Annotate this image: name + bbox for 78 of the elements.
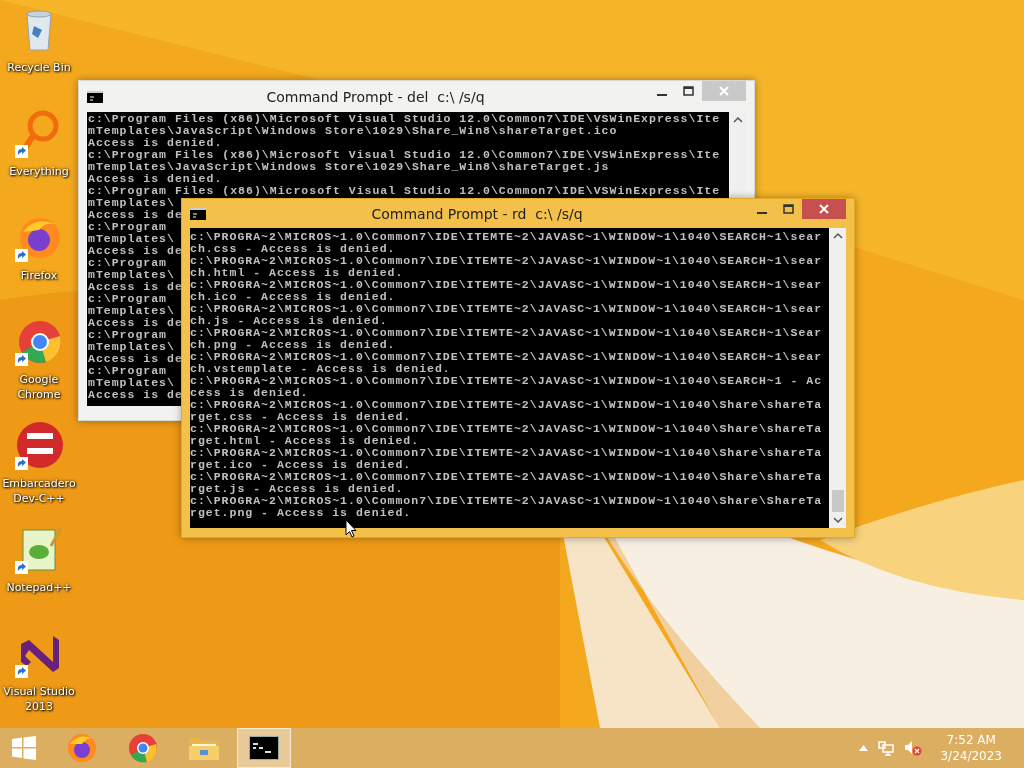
console-line: c:\PROGRA~2\MICROS~1.0\Common7\IDE\ITEMTE~2\JAVASC~1\WINDOW~1\1040\Share\shareTa: [190, 423, 823, 435]
console-line: Access is de: [88, 245, 183, 257]
console-line: c:\Program: [88, 365, 167, 377]
console-line: Access is denied.: [88, 137, 223, 149]
console-line: mTemplates\JavaScript\Windows Store\1029\Share_Win8\shareTarget.js: [88, 161, 610, 173]
taskbar-button[interactable]: [237, 728, 291, 768]
desktop-icon-label[interactable]: Notepad++: [0, 580, 78, 595]
console-line: mTemplates\JavaScript\Windows Store\1029\Share_Win8\shareTarget.ico: [88, 125, 618, 137]
console-line: rget.ico - Access is denied.: [190, 459, 412, 471]
console-line: Access is de: [88, 317, 183, 329]
muted-speaker-icon[interactable]: [904, 740, 923, 756]
console-line: c:\PROGRA~2\MICROS~1.0\Common7\IDE\ITEMTE~2\JAVASC~1\WINDOW~1\1040\SEARCH~1\Sear: [190, 327, 823, 339]
console-line: rget.html - Access is denied.: [190, 435, 420, 447]
console-line: mTemplates\: [88, 269, 175, 281]
console-line: c:\PROGRA~2\MICROS~1.0\Common7\IDE\ITEMTE~2\JAVASC~1\WINDOW~1\1040\SEARCH~1 - Ac: [190, 375, 823, 387]
console-line: c:\Program: [88, 293, 167, 305]
console-line: c:\PROGRA~2\MICROS~1.0\Common7\IDE\ITEMTE~2\JAVASC~1\WINDOW~1\1040\SEARCH~1\sear: [190, 351, 823, 363]
console-line: c:\Program Files (x86)\Microsoft Visual Studio 12.0\Common7\IDE\VSWinExpress\Ite: [88, 113, 721, 125]
show-hidden-icons-icon[interactable]: [859, 745, 869, 751]
console-line: cess is denied.: [190, 387, 309, 399]
console-line: mTemplates\: [88, 197, 175, 209]
console-line: c:\PROGRA~2\MICROS~1.0\Common7\IDE\ITEMTE~2\JAVASC~1\WINDOW~1\1040\SEARCH~1\sear: [190, 255, 823, 267]
windows-logo-icon: [11, 735, 37, 761]
desktop-icon-label[interactable]: Firefox: [0, 268, 78, 283]
console-line: c:\PROGRA~2\MICROS~1.0\Common7\IDE\ITEMTE~2\JAVASC~1\WINDOW~1\1040\Share\shareTa: [190, 471, 823, 483]
console-line: c:\Program Files (x86)\Microsoft Visual Studio 12.0\Common7\IDE\VSWinExpress\Ite: [88, 185, 721, 197]
console-line: ch.css - Access is denied.: [190, 243, 396, 255]
window-title: Command Prompt - rd c:\ /s/q: [370, 205, 584, 222]
clock-time: 7:52 AM: [946, 732, 996, 748]
console-line: c:\PROGRA~2\MICROS~1.0\Common7\IDE\ITEMTE~2\JAVASC~1\WINDOW~1\1040\SEARCH~1\sear: [190, 279, 823, 291]
fox-globe-icon: [66, 732, 98, 764]
console-line: c:\PROGRA~2\MICROS~1.0\Common7\IDE\ITEMTE~2\JAVASC~1\WINDOW~1\1040\SEARCH~1\sear: [190, 303, 823, 315]
console-line: c:\PROGRA~2\MICROS~1.0\Common7\IDE\ITEMTE~2\JAVASC~1\WINDOW~1\1040\Share\shareTa: [190, 447, 823, 459]
console-line: ch.html - Access is denied.: [190, 267, 404, 279]
console-line: rget.css - Access is denied.: [190, 411, 412, 423]
console-line: c:\Program: [88, 221, 167, 233]
desktop-icon-label[interactable]: Visual Studio 2013: [0, 684, 78, 714]
console-line: Access is de: [88, 281, 183, 293]
console-app-icon: [190, 207, 206, 220]
network-icon[interactable]: [878, 740, 895, 756]
clock[interactable]: 7:52 AM 3/24/2023: [932, 732, 1002, 764]
console-line: Access is de: [88, 353, 183, 365]
desktop-icon-label[interactable]: Google Chrome: [0, 372, 78, 402]
console-line: mTemplates\: [88, 341, 175, 353]
console-line: ch.png - Access is denied.: [190, 339, 396, 351]
close-button[interactable]: [802, 199, 846, 219]
close-icon: [819, 204, 829, 214]
chrome-circle-icon: [127, 732, 159, 764]
console-line: mTemplates\: [88, 377, 175, 389]
console-window-icon: [249, 736, 279, 760]
console-line: c:\PROGRA~2\MICROS~1.0\Common7\IDE\ITEMTE~2\JAVASC~1\WINDOW~1\1040\Share\ShareTa: [190, 495, 823, 507]
console-app-icon: [87, 90, 103, 103]
minimize-icon: [756, 211, 767, 214]
console-line: ch.vstemplate - Access is denied.: [190, 363, 451, 375]
console-line: c:\Program Files (x86)\Microsoft Visual Studio 12.0\Common7\IDE\VSWinExpress\Ite: [88, 149, 721, 161]
console-line: c:\PROGRA~2\MICROS~1.0\Common7\IDE\ITEMTE~2\JAVASC~1\WINDOW~1\1040\SEARCH~1\sear: [190, 231, 823, 243]
maximize-icon: [783, 204, 794, 214]
console-line: c:\Program: [88, 257, 167, 269]
maximize-icon: [683, 86, 694, 96]
desktop-icon-label[interactable]: Recycle Bin: [0, 60, 78, 75]
window-title: Command Prompt - del c:\ /s/q: [265, 88, 486, 105]
console-line: rget.js - Access is denied.: [190, 483, 404, 495]
desktop-icon-label[interactable]: Everything: [0, 164, 78, 179]
minimize-icon: [656, 93, 667, 96]
console-line: Access is de: [88, 209, 183, 221]
clock-date: 3/24/2023: [940, 748, 1002, 764]
circle-logo-icon[interactable]: [15, 420, 63, 470]
desktop-icon-label[interactable]: Embarcadero Dev-C++: [0, 476, 78, 506]
console-line: mTemplates\: [88, 233, 175, 245]
console-line: ch.js - Access is denied.: [190, 315, 388, 327]
console-line: mTemplates\: [88, 305, 175, 317]
console-line: c:\Program: [88, 329, 167, 341]
console-line: ch.ico - Access is denied.: [190, 291, 396, 303]
close-icon: [719, 86, 729, 96]
console-line: Access is de: [88, 389, 183, 401]
console-line: Access is denied.: [88, 173, 223, 185]
console-line: c:\PROGRA~2\MICROS~1.0\Common7\IDE\ITEMTE~2\JAVASC~1\WINDOW~1\1040\Share\shareTa: [190, 399, 823, 411]
console-line: rget.png - Access is denied.: [190, 507, 412, 519]
